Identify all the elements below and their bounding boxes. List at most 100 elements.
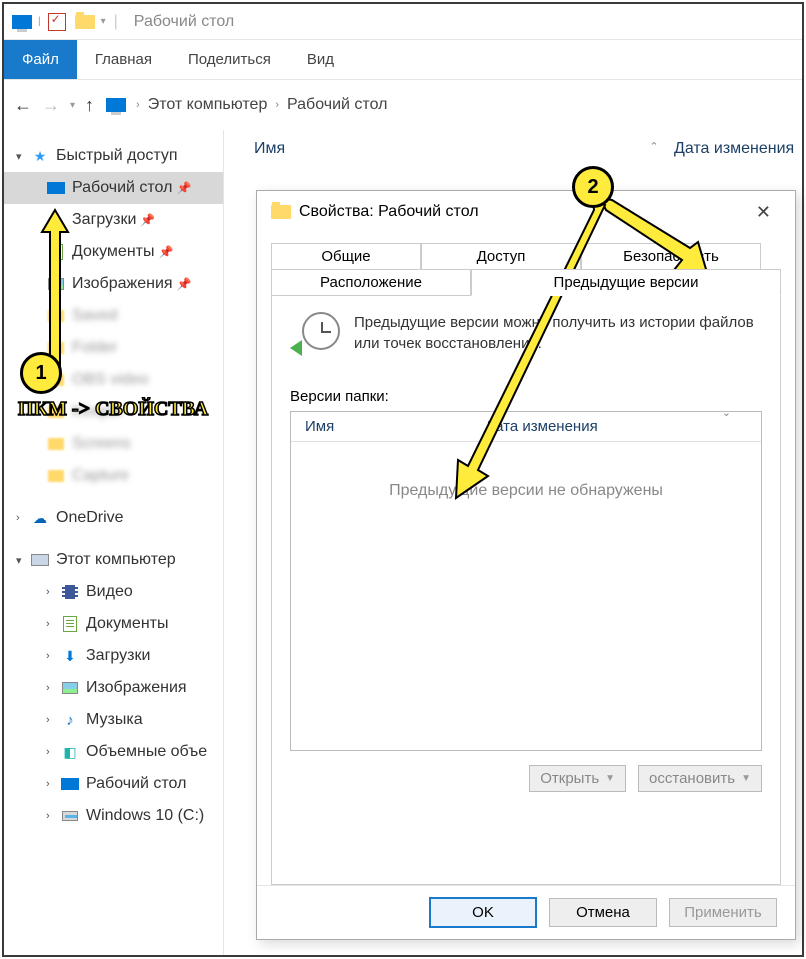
tree-blurred-item[interactable]: Screens: [4, 428, 223, 460]
breadcrumb-desktop[interactable]: Рабочий стол: [287, 96, 387, 114]
chevron-right-icon[interactable]: ›: [136, 99, 140, 111]
chevron-right-icon[interactable]: ›: [46, 810, 60, 822]
download-icon: ⬇: [46, 212, 66, 228]
tree-label: Изображения: [72, 275, 173, 293]
tree-label: Музыка: [86, 711, 143, 729]
chevron-down-icon[interactable]: ▾: [16, 150, 30, 163]
tree-quick-access[interactable]: ▾ ★ Быстрый доступ: [4, 140, 223, 172]
ribbon-tab-file[interactable]: Файл: [4, 40, 77, 79]
folder-qat-icon[interactable]: [73, 10, 97, 34]
tree-desktop[interactable]: Рабочий стол 📌: [4, 172, 223, 204]
chevron-right-icon[interactable]: ›: [46, 778, 60, 790]
versions-list[interactable]: Имя Дата изменения ⌄ Предыдущие версии н…: [290, 411, 762, 751]
tree-label: Рабочий стол: [86, 775, 186, 793]
open-button[interactable]: Открыть▼: [529, 765, 626, 792]
restore-button[interactable]: осстановить▼: [638, 765, 762, 792]
tree-documents[interactable]: Документы 📌: [4, 236, 223, 268]
sort-indicator-icon: ⌃: [634, 140, 674, 158]
tree-label: Документы: [72, 243, 154, 261]
tree-music[interactable]: › ♪ Музыка: [4, 704, 223, 736]
tree-pictures[interactable]: Изображения 📌: [4, 268, 223, 300]
tree-pictures2[interactable]: › Изображения: [4, 672, 223, 704]
tree-label: Этот компьютер: [56, 551, 176, 569]
history-clock-icon: [290, 312, 340, 358]
tab-general[interactable]: Общие: [271, 243, 421, 269]
tree-videos[interactable]: › Видео: [4, 576, 223, 608]
versions-col-name[interactable]: Имя: [291, 412, 471, 441]
column-name[interactable]: Имя: [254, 140, 634, 158]
tree-label: Объемные объе: [86, 743, 207, 761]
tab-security[interactable]: Безопасность: [581, 243, 761, 269]
drive-icon: [60, 808, 80, 824]
tab-content: Предыдущие версии можно получить из исто…: [271, 295, 781, 885]
qat-dropdown-icon[interactable]: ▾: [101, 16, 106, 27]
ribbon-tab-home[interactable]: Главная: [77, 40, 170, 79]
chevron-right-icon[interactable]: ›: [46, 714, 60, 726]
nav-toolbar: ← → ▾ ↑ › Этот компьютер › Рабочий стол: [4, 80, 802, 130]
tree-label: Загрузки: [72, 211, 136, 229]
tree-cdrive[interactable]: › Windows 10 (C:): [4, 800, 223, 832]
tree-onedrive[interactable]: › ☁ OneDrive: [4, 502, 223, 534]
versions-col-date[interactable]: Дата изменения ⌄: [471, 412, 761, 441]
tree-desktop2[interactable]: › Рабочий стол: [4, 768, 223, 800]
star-icon: ★: [30, 148, 50, 164]
window-title: Рабочий стол: [134, 13, 234, 31]
chevron-right-icon[interactable]: ›: [46, 650, 60, 662]
dialog-title: Свойства: Рабочий стол: [299, 203, 479, 221]
music-icon: ♪: [60, 712, 80, 728]
properties-qat-icon[interactable]: [45, 10, 69, 34]
pin-icon: 📌: [140, 213, 155, 227]
tree-label: Изображения: [86, 679, 187, 697]
download-icon: ⬇: [60, 648, 80, 664]
nav-back-icon[interactable]: ←: [14, 95, 32, 116]
chevron-down-icon[interactable]: ▾: [16, 554, 30, 567]
pin-icon: 📌: [176, 181, 191, 195]
ok-button[interactable]: OK: [429, 897, 537, 928]
chevron-right-icon[interactable]: ›: [46, 586, 60, 598]
nav-up-icon[interactable]: ↑: [85, 95, 94, 116]
dialog-titlebar: Свойства: Рабочий стол ✕: [257, 191, 795, 233]
tab-sharing[interactable]: Доступ: [421, 243, 581, 269]
chevron-right-icon[interactable]: ›: [46, 618, 60, 630]
chevron-down-icon: ▼: [605, 773, 615, 784]
video-icon: [60, 584, 80, 600]
tree-blurred-item[interactable]: Capture: [4, 460, 223, 492]
breadcrumb-thispc[interactable]: Этот компьютер: [148, 96, 268, 114]
column-headers: Имя ⌃ Дата изменения: [224, 130, 802, 168]
tree-blurred-item[interactable]: Keeper: [4, 396, 223, 428]
document-icon: [46, 244, 66, 260]
tree-downloads2[interactable]: › ⬇ Загрузки: [4, 640, 223, 672]
tree-documents2[interactable]: › Документы: [4, 608, 223, 640]
tab-previous-versions[interactable]: Предыдущие версии: [471, 269, 781, 296]
apply-button[interactable]: Применить: [669, 898, 777, 927]
pin-icon: 📌: [158, 245, 173, 259]
nav-tree: ▾ ★ Быстрый доступ Рабочий стол 📌 ⬇ Загр…: [4, 130, 224, 955]
column-date[interactable]: Дата изменения: [674, 140, 794, 158]
chevron-right-icon[interactable]: ›: [16, 512, 30, 524]
close-button[interactable]: ✕: [746, 198, 781, 227]
tab-location[interactable]: Расположение: [271, 269, 471, 296]
monitor-icon: [10, 10, 34, 34]
chevron-right-icon[interactable]: ›: [275, 99, 279, 111]
tree-label: Windows 10 (C:): [86, 807, 204, 825]
tree-blurred-item[interactable]: Folder: [4, 332, 223, 364]
chevron-right-icon[interactable]: ›: [46, 682, 60, 694]
qat-sep-icon: |: [38, 16, 41, 27]
pictures-icon: [60, 680, 80, 696]
chevron-right-icon[interactable]: ›: [46, 746, 60, 758]
tree-3dobjects[interactable]: › ◧ Объемные объе: [4, 736, 223, 768]
monitor-icon: [104, 93, 128, 117]
properties-dialog: Свойства: Рабочий стол ✕ Общие Доступ Бе…: [256, 190, 796, 940]
tree-label: Загрузки: [86, 647, 150, 665]
cancel-button[interactable]: Отмена: [549, 898, 657, 927]
ribbon-tab-share[interactable]: Поделиться: [170, 40, 289, 79]
tree-blurred-item[interactable]: Saved: [4, 300, 223, 332]
ribbon-tab-view[interactable]: Вид: [289, 40, 352, 79]
tree-thispc[interactable]: ▾ Этот компьютер: [4, 544, 223, 576]
nav-history-dropdown-icon[interactable]: ▾: [70, 100, 75, 111]
document-icon: [60, 616, 80, 632]
tree-downloads[interactable]: ⬇ Загрузки 📌: [4, 204, 223, 236]
chevron-down-icon: ▼: [741, 773, 751, 784]
nav-forward-icon[interactable]: →: [42, 95, 60, 116]
tree-blurred-item[interactable]: OBS video: [4, 364, 223, 396]
